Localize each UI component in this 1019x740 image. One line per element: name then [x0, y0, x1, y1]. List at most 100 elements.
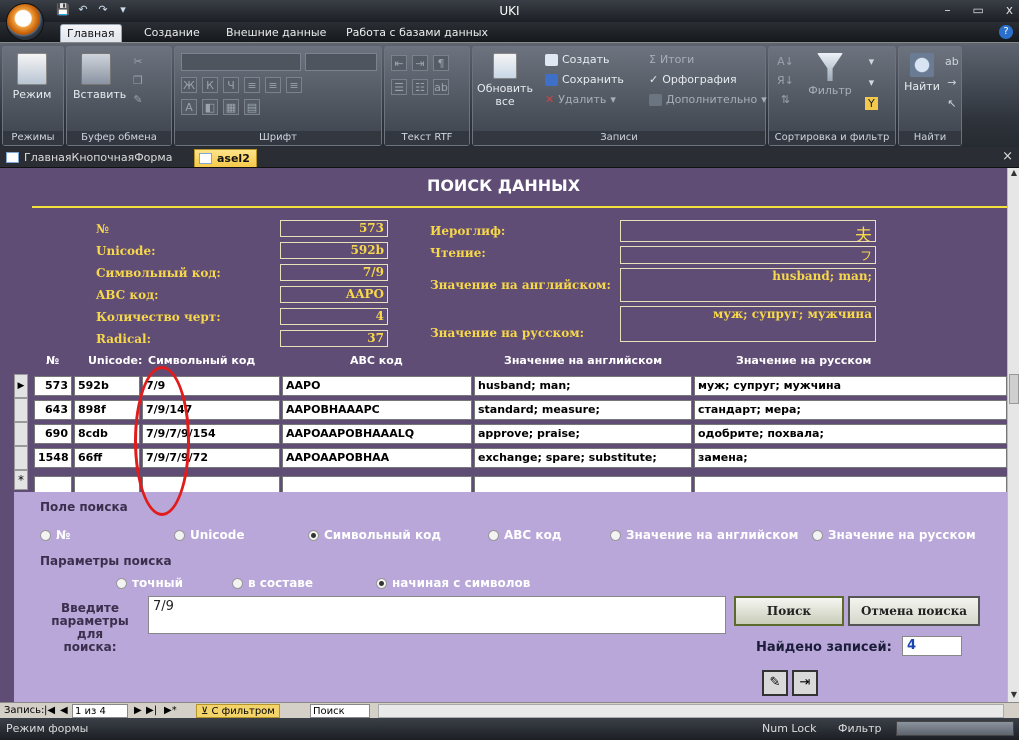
delete-record-button[interactable]: ✕ Удалить ▾ [545, 93, 616, 106]
radio-field-number[interactable]: № [40, 528, 70, 542]
new-record-nav-icon[interactable]: ▶* [164, 704, 177, 718]
cell-symbol-code[interactable]: 7/9/7/9/72 [142, 448, 280, 468]
doc-tab-main-switchboard[interactable]: ГлавнаяКнопочнаяФорма [2, 149, 178, 167]
filter-toggle-button[interactable]: ⊻ С фильтром [196, 704, 280, 718]
new-record-button[interactable]: Создать [545, 53, 610, 66]
bold-icon[interactable]: Ж [181, 77, 197, 93]
cell-abc-code[interactable]: AAPOAAPOBHAA [282, 448, 472, 468]
cell-russian[interactable]: одобрите; похвала; [694, 424, 1007, 444]
field-russian-meaning[interactable]: муж; супруг; мужчина [620, 306, 876, 342]
view-button[interactable]: Режим [9, 53, 55, 101]
selection-icon[interactable]: ▾ [869, 55, 875, 68]
scroll-down-icon[interactable]: ▼ [1009, 690, 1019, 702]
cell-russian[interactable]: замена; [694, 448, 1007, 468]
sort-ascending-icon[interactable]: A↓ [777, 55, 794, 68]
row-selector[interactable] [14, 446, 28, 470]
tab-create[interactable]: Создание [138, 24, 206, 42]
maximize-button[interactable]: ▭ [973, 3, 984, 17]
radio-param-exact[interactable]: точный [116, 576, 183, 590]
filter-button[interactable]: Фильтр [805, 53, 855, 97]
office-button[interactable] [6, 3, 44, 41]
radio-field-symbol-code[interactable]: Символьный код [308, 528, 441, 542]
numbering-icon[interactable]: ☷ [412, 79, 428, 95]
field-abc-code[interactable]: AAPO [280, 286, 388, 303]
new-record-row[interactable]: * [14, 470, 1007, 494]
font-size-dropdown[interactable] [305, 53, 377, 71]
cell-symbol-code[interactable]: 7/9/147 [142, 400, 280, 420]
search-button[interactable]: Поиск [734, 596, 844, 626]
find-button[interactable]: Найти [899, 53, 945, 93]
highlight-icon[interactable]: ab [433, 79, 449, 95]
font-name-dropdown[interactable] [181, 53, 301, 71]
row-selector-current[interactable]: ▶ [14, 374, 28, 398]
fill-color-icon[interactable]: ◧ [202, 99, 218, 115]
clear-sort-icon[interactable]: ⇅ [781, 93, 790, 106]
cell-russian[interactable]: стандарт; мера; [694, 400, 1007, 420]
more-button[interactable]: Дополнительно ▾ [649, 93, 767, 106]
cell-abc-code[interactable]: AAPOBHAAAPC [282, 400, 472, 420]
clear-icon[interactable]: ✎ [762, 670, 788, 696]
cell-english[interactable]: husband; man; [474, 376, 692, 396]
new-record-icon[interactable]: * [14, 470, 28, 490]
cell-unicode[interactable]: 66ff [74, 448, 140, 468]
align-right-icon[interactable]: ≡ [286, 77, 302, 93]
prev-record-icon[interactable]: ◀ [60, 704, 68, 718]
tab-external-data[interactable]: Внешние данные [220, 24, 332, 42]
paste-button[interactable]: Вставить [73, 53, 126, 101]
first-record-icon[interactable]: |◀ [44, 704, 55, 718]
radio-field-russian[interactable]: Значение на русском [812, 528, 976, 542]
increase-indent-icon[interactable]: ⇥ [412, 55, 428, 71]
radio-field-unicode[interactable]: Unicode [174, 528, 245, 542]
goto-icon[interactable]: → [947, 76, 956, 89]
advanced-icon[interactable]: ▾ [869, 76, 875, 89]
row-selector[interactable] [14, 422, 28, 446]
cell-unicode[interactable]: 592b [74, 376, 140, 396]
cell-number[interactable]: 1548 [34, 448, 72, 468]
record-search-box[interactable]: Поиск [310, 704, 370, 718]
doc-tab-asel2[interactable]: asel2 [194, 149, 257, 167]
cut-icon[interactable]: ✂ [133, 55, 142, 68]
search-input[interactable]: 7/9 [148, 596, 726, 634]
table-row[interactable]: 1548 66ff 7/9/7/9/72 AAPOAAPOBHAA exchan… [14, 446, 1007, 470]
cell-abc-code[interactable]: AAPO [282, 376, 472, 396]
copy-icon[interactable]: ❐ [133, 74, 143, 87]
refresh-all-button[interactable]: Обновить все [477, 53, 533, 108]
align-left-icon[interactable]: ≡ [244, 77, 260, 93]
horizontal-scrollbar[interactable] [378, 704, 1004, 718]
field-symbol-code[interactable]: 7/9 [280, 264, 388, 281]
field-reading[interactable]: フ [620, 246, 876, 264]
decrease-indent-icon[interactable]: ⇤ [391, 55, 407, 71]
cell-symbol-code[interactable]: 7/9/7/9/154 [142, 424, 280, 444]
last-record-icon[interactable]: ▶| [146, 704, 157, 718]
cell-abc-code[interactable]: AAPOAAPOBHAAALQ [282, 424, 472, 444]
scroll-thumb[interactable] [1009, 374, 1019, 404]
field-english-meaning[interactable]: husband; man; [620, 268, 876, 302]
tab-home[interactable]: Главная [60, 24, 122, 42]
ltr-icon[interactable]: ¶ [433, 55, 449, 71]
close-button[interactable]: x [1006, 3, 1013, 17]
view-switcher[interactable] [896, 721, 1014, 736]
cell-number[interactable]: 643 [34, 400, 72, 420]
radio-param-starts-with[interactable]: начиная с символов [376, 576, 530, 590]
cell-symbol-code[interactable]: 7/9 [142, 376, 280, 396]
cell-unicode[interactable]: 898f [74, 400, 140, 420]
exit-icon[interactable]: ⇥ [792, 670, 818, 696]
next-record-icon[interactable]: ▶ [134, 704, 142, 718]
italic-icon[interactable]: К [202, 77, 218, 93]
cell-english[interactable]: approve; praise; [474, 424, 692, 444]
format-painter-icon[interactable]: ✎ [133, 93, 142, 106]
close-document-icon[interactable]: × [1002, 149, 1013, 164]
radio-param-contains[interactable]: в составе [232, 576, 313, 590]
table-row[interactable]: ▶ 573 592b 7/9 AAPO husband; man; муж; с… [14, 374, 1007, 398]
field-number[interactable]: 573 [280, 220, 388, 237]
totals-button[interactable]: Σ Итоги [649, 53, 694, 66]
field-unicode[interactable]: 592b [280, 242, 388, 259]
record-position-input[interactable]: 1 из 4 [72, 704, 128, 718]
spelling-button[interactable]: ✓ Орфография [649, 73, 737, 86]
bullets-icon[interactable]: ☰ [391, 79, 407, 95]
cell-russian[interactable]: муж; супруг; мужчина [694, 376, 1007, 396]
underline-icon[interactable]: Ч [223, 77, 239, 93]
scroll-up-icon[interactable]: ▲ [1009, 168, 1019, 180]
minimize-button[interactable]: – [945, 3, 951, 17]
table-row[interactable]: 690 8cdb 7/9/7/9/154 AAPOAAPOBHAAALQ app… [14, 422, 1007, 446]
